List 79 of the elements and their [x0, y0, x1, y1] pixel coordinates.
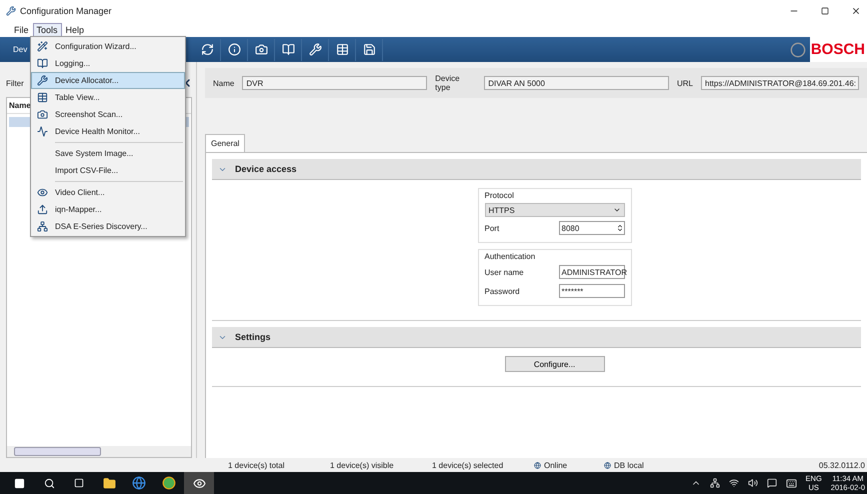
book-icon [36, 58, 48, 69]
field-label: Device type [435, 74, 461, 92]
wrench-icon [308, 43, 322, 56]
protocol-dropdown[interactable]: HTTPS [484, 203, 624, 217]
grid-icon [36, 92, 48, 103]
group-title: Authentication [484, 252, 536, 261]
brand-logo: BOSCH [810, 41, 865, 58]
eye-icon [192, 476, 206, 490]
status-indicator: Online [534, 460, 604, 470]
menu-item[interactable]: Device Allocator... [31, 72, 185, 89]
field-label: Name [213, 78, 234, 88]
info-icon [228, 43, 241, 56]
password-field[interactable]: ******* [558, 284, 624, 298]
field-label: Password [484, 286, 520, 296]
menu-item[interactable]: File [10, 22, 33, 36]
panel-tab[interactable]: Dev [10, 44, 30, 55]
grid-icon [336, 43, 349, 56]
input-field[interactable]: DVR [242, 76, 428, 90]
network-icon[interactable] [710, 478, 720, 488]
status-indicator: DB local [604, 460, 674, 470]
close-icon[interactable] [851, 6, 861, 16]
folder-icon[interactable] [102, 476, 116, 490]
speaker-icon[interactable] [748, 478, 758, 488]
square-icon[interactable] [74, 478, 84, 488]
taskbar-app-button[interactable] [184, 472, 214, 494]
input-field[interactable]: ADMINISTRATOR [558, 265, 624, 279]
menu-item[interactable]: Help [62, 22, 88, 36]
menu-item[interactable]: Import CSV-File... [31, 162, 185, 179]
menu-item[interactable]: Save System Image... [31, 145, 185, 162]
status-text: 1 device(s) selected [432, 460, 504, 470]
wifi-icon[interactable] [728, 478, 739, 488]
wand-icon [36, 41, 48, 52]
camera-icon [36, 109, 48, 120]
menu-item[interactable]: Video Client... [31, 184, 185, 201]
input-field[interactable]: DIVAR AN 5000 [484, 76, 669, 90]
logo-icon [790, 42, 806, 58]
tab[interactable]: General [205, 134, 246, 152]
field-label: URL [676, 78, 693, 88]
search-icon[interactable] [44, 478, 54, 488]
save-icon [362, 43, 376, 56]
configure-button[interactable]: Configure... [504, 356, 604, 372]
version-text: 05.32.0112.0 [818, 460, 866, 470]
globe-icon[interactable] [132, 476, 146, 490]
caret-icon [612, 206, 620, 214]
port-spinner[interactable]: 8080 [558, 221, 624, 235]
spinner-icon [616, 224, 624, 232]
menu-item[interactable]: DSA E-Series Discovery... [31, 218, 185, 235]
network-icon [36, 221, 48, 232]
field-label: Port [484, 224, 500, 232]
horizontal-scrollbar[interactable] [7, 446, 191, 457]
window-title: Configuration Manager [20, 6, 113, 16]
menu-item[interactable]: Logging... [31, 55, 185, 72]
start-icon[interactable] [14, 478, 24, 488]
circle-icon[interactable] [162, 476, 176, 490]
camera-icon [254, 43, 268, 56]
menu-item[interactable]: iqn-Mapper... [31, 201, 185, 218]
eye-icon [36, 187, 48, 198]
refresh-icon [200, 43, 214, 56]
wrench-icon [36, 75, 48, 86]
chart-icon [36, 126, 48, 137]
book-icon [282, 43, 295, 56]
group-title: Protocol [484, 191, 515, 200]
status-text: 1 device(s) visible [330, 460, 395, 470]
maximize-icon[interactable] [821, 7, 829, 15]
input-field[interactable]: https://ADMINISTRATOR@184.69.201.46: [701, 76, 859, 90]
section-title: Settings [235, 332, 271, 342]
menu-item[interactable]: Configuration Wizard... [31, 38, 185, 55]
message-icon[interactable] [766, 478, 777, 488]
section-header[interactable]: Device access [212, 159, 861, 180]
field-label: User name [484, 268, 524, 276]
filter-label: Filter [6, 78, 24, 88]
upload-icon [36, 204, 48, 215]
section-title: Device access [235, 164, 297, 174]
menu-item[interactable]: Device Health Monitor... [31, 123, 185, 140]
app-icon [6, 6, 16, 16]
menu-item[interactable]: Tools [32, 22, 62, 36]
status-text: 1 device(s) total [228, 460, 286, 470]
section-header[interactable]: Settings [212, 327, 861, 348]
keyboard-icon[interactable] [786, 478, 797, 488]
